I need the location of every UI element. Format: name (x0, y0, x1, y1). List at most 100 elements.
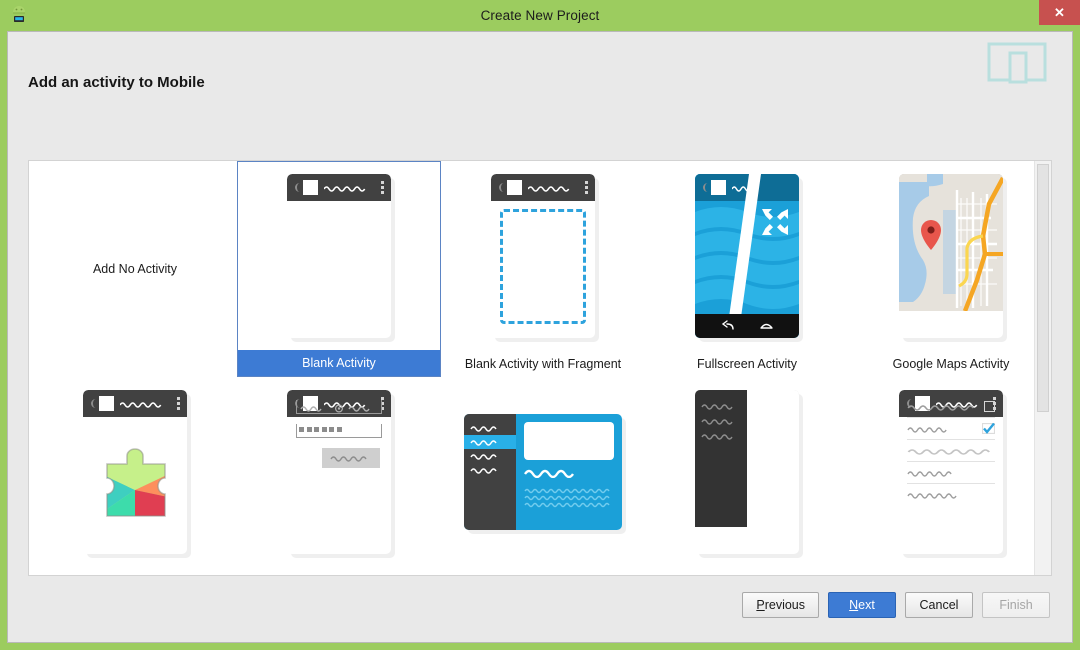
detail-title-squiggle-icon (524, 469, 574, 479)
app-bar (83, 390, 187, 417)
previous-mnemonic: P (756, 598, 765, 612)
template-blank-activity-with-fragment[interactable]: Blank Activity with Fragment (441, 161, 645, 377)
title-squiggle-icon (324, 185, 366, 192)
expand-fullscreen-icon (762, 209, 788, 235)
template-label: Blank Activity with Fragment (464, 357, 622, 371)
system-nav-bar (695, 314, 799, 338)
template-thumbnail (33, 377, 237, 567)
overflow-menu-icon (177, 397, 180, 410)
previous-label-rest: revious (764, 598, 805, 612)
back-chevron-icon (293, 182, 300, 193)
template-label (237, 567, 441, 575)
phone-content-blank (287, 201, 391, 338)
template-list-scrollbar[interactable] (1034, 161, 1051, 575)
scrollbar-thumb[interactable] (1037, 164, 1049, 412)
fragment-placeholder-outline (500, 209, 586, 324)
close-button[interactable]: ✕ (1039, 0, 1080, 25)
settings-row (907, 440, 995, 462)
sign-in-button-placeholder (322, 448, 380, 468)
fullscreen-content (695, 174, 799, 338)
overflow-menu-icon (381, 181, 384, 194)
nav-drawer-preview (695, 390, 799, 527)
back-chevron-icon (497, 182, 504, 193)
activity-template-list[interactable]: Add No Activity Blank Activity Blank Act… (28, 160, 1052, 576)
master-list-item (464, 449, 516, 463)
checkbox-unchecked-icon (984, 401, 995, 412)
password-dots-icon (297, 424, 381, 432)
template-label: Google Maps Activity (892, 357, 1010, 371)
cancel-button[interactable]: Cancel (905, 592, 973, 618)
phone-frame-blank (287, 174, 391, 338)
template-master-detail-flow[interactable] (441, 377, 645, 575)
master-list-item-selected (464, 435, 516, 449)
list-squiggle-icon (470, 426, 497, 432)
play-services-puzzle-icon (106, 447, 166, 517)
create-new-project-window: Create New Project ✕ Add an activity to … (0, 0, 1080, 650)
next-mnemonic: N (849, 598, 859, 612)
dialog-body: Add an activity to Mobile Add No Activit… (7, 31, 1073, 643)
master-list-item (464, 463, 516, 477)
template-google-play-services-activity[interactable] (33, 377, 237, 575)
button-squiggle-icon (330, 456, 367, 462)
template-thumbnail (441, 377, 645, 567)
settings-squiggle-icon (907, 426, 947, 433)
template-navigation-drawer-activity[interactable] (645, 377, 849, 575)
back-chevron-icon (89, 398, 96, 409)
phone-frame-login (287, 390, 391, 554)
drawer-item (695, 428, 747, 443)
template-blank-activity[interactable]: Blank Activity (237, 161, 441, 377)
template-google-maps-activity[interactable]: Google Maps Activity (849, 161, 1051, 377)
settings-squiggle-icon (907, 448, 991, 455)
template-login-activity[interactable] (237, 377, 441, 575)
drawer-item (695, 398, 747, 413)
detail-body-squiggles-icon (524, 488, 610, 508)
template-thumbnail (849, 377, 1051, 567)
window-title: Create New Project (480, 8, 600, 23)
phone-frame-fragment (491, 174, 595, 338)
tablet-frame-masterdetail (464, 414, 622, 530)
list-squiggle-icon (470, 440, 497, 446)
template-label (33, 567, 237, 575)
master-list-item (464, 421, 516, 435)
tablet-and-phone-icon (987, 40, 1047, 88)
title-squiggle-icon (732, 185, 750, 192)
next-button[interactable]: Next (828, 592, 896, 618)
template-fullscreen-activity[interactable]: Fullscreen Activity (645, 161, 849, 377)
phone-frame-settings (899, 390, 1003, 554)
drawer-squiggle-icon (701, 433, 733, 440)
phone-frame-maps (899, 174, 1003, 338)
page-title: Add an activity to Mobile (28, 74, 205, 91)
close-icon: ✕ (1054, 4, 1065, 20)
drawer-squiggle-icon (701, 418, 733, 425)
template-settings-activity[interactable] (849, 377, 1051, 575)
detail-pane (516, 414, 622, 530)
settings-row (907, 462, 995, 484)
app-bar (695, 174, 799, 201)
template-label (849, 567, 1051, 575)
back-arrow-icon (721, 320, 734, 330)
phone-frame-navdrawer (695, 390, 799, 554)
map-preview (899, 174, 1003, 311)
title-squiggle-icon (528, 185, 570, 192)
template-grid: Add No Activity Blank Activity Blank Act… (29, 161, 1051, 575)
phone-frame-fullscreen (695, 174, 799, 338)
list-squiggle-icon (470, 468, 497, 474)
title-squiggle-icon (120, 401, 162, 408)
template-thumbnail (238, 162, 440, 350)
overflow-menu-icon (585, 181, 588, 194)
previous-button[interactable]: Previous (742, 592, 819, 618)
app-bar (491, 174, 595, 201)
master-detail-preview (464, 414, 622, 530)
map-art (899, 174, 1003, 311)
settings-row (907, 396, 995, 418)
phone-frame-playservices (83, 390, 187, 554)
email-field-placeholder (296, 400, 382, 414)
settings-squiggle-icon (907, 404, 974, 411)
template-add-no-activity[interactable]: Add No Activity (33, 161, 237, 377)
android-robot-icon (8, 4, 30, 26)
settings-preview (899, 390, 1003, 527)
next-label-rest: ext (858, 598, 875, 612)
settings-row (907, 484, 995, 506)
template-thumbnail (645, 377, 849, 567)
nav-content-pane (747, 390, 799, 527)
